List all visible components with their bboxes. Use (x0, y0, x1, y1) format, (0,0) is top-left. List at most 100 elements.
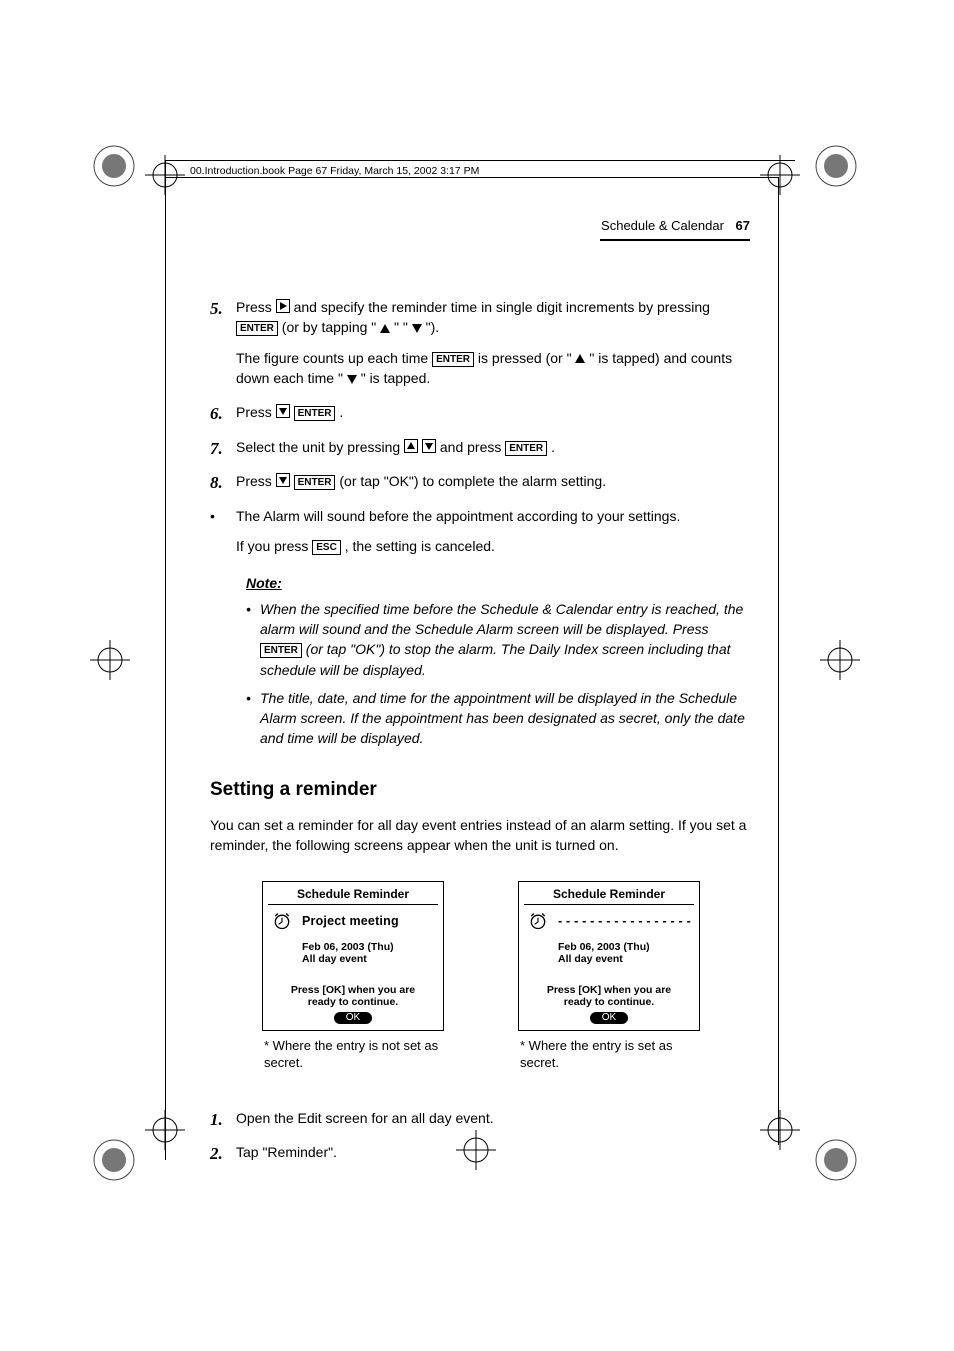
esc-key-icon: ESC (312, 540, 341, 555)
text: Select the unit by pressing (236, 439, 404, 455)
frame-line (165, 160, 795, 161)
alarm-clock-icon (528, 911, 548, 931)
step-number: 7. (210, 437, 236, 462)
step-7: 7. Select the unit by pressing and press… (210, 437, 750, 462)
step-body: Select the unit by pressing and press EN… (236, 437, 750, 457)
frame-line (166, 177, 778, 178)
step-body: Tap "Reminder". (236, 1142, 750, 1162)
page-number: 67 (736, 218, 750, 233)
page-header: Schedule & Calendar 67 (210, 218, 750, 233)
note-text: When the specified time before the Sched… (260, 599, 750, 680)
crop-mark-tr (806, 136, 866, 199)
text: . (339, 404, 343, 420)
text: The figure counts up each time (236, 350, 432, 366)
bullet-text: The Alarm will sound before the appointm… (236, 506, 680, 526)
section-heading: Setting a reminder (210, 779, 750, 801)
step-6: 6. Press ENTER . (210, 402, 750, 427)
step-5-note: The figure counts up each time ENTER is … (236, 348, 750, 389)
device-screen-public: Schedule Reminder Project meeting Feb 06… (262, 881, 444, 1030)
up-arrow-key-icon (404, 439, 418, 453)
bullet-alarm-sound: • The Alarm will sound before the appoin… (210, 506, 750, 526)
screen-entry-title: Project meeting (302, 914, 399, 928)
bullet-icon: • (210, 506, 236, 526)
reg-mark-bl (145, 1110, 175, 1140)
crop-mark-tl (84, 136, 144, 199)
bullet-icon: • (246, 688, 260, 708)
step-body: Press ENTER . (236, 402, 750, 422)
crop-mark-bl (84, 1130, 144, 1193)
framemaker-header: 00.Introduction.book Page 67 Friday, Mar… (190, 165, 479, 177)
reg-mark-br (760, 1110, 790, 1140)
screens-row: Schedule Reminder Project meeting Feb 06… (210, 881, 750, 1071)
step-body: Open the Edit screen for an all day even… (236, 1108, 750, 1128)
text: (or tap "OK") to complete the alarm sett… (339, 473, 606, 489)
step-2: 2. Tap "Reminder". (210, 1142, 750, 1167)
right-arrow-key-icon (276, 299, 290, 313)
enter-key-icon: ENTER (505, 441, 547, 456)
text: Press (236, 404, 276, 420)
text: " is tapped. (361, 370, 431, 386)
frame-line (778, 177, 779, 1145)
text: is pressed (or " (478, 350, 576, 366)
step-number: 2. (210, 1142, 236, 1167)
reg-mark-mr (820, 640, 850, 670)
step-number: 6. (210, 402, 236, 427)
bullet-icon: • (246, 599, 260, 619)
ok-button[interactable]: OK (334, 1012, 372, 1024)
text: "). (426, 319, 440, 335)
reg-mark-ml (90, 640, 120, 670)
text: When the specified time before the Sched… (260, 601, 743, 637)
screen-title: Schedule Reminder (524, 887, 694, 905)
screen-right-column: Schedule Reminder - - - - - - - - - - - … (518, 881, 698, 1071)
down-triangle-icon (412, 324, 422, 333)
text: (or by tapping " (282, 319, 380, 335)
screen-message: Press [OK] when you are ready to continu… (524, 984, 694, 1008)
text: and specify the reminder time in single … (294, 299, 710, 315)
down-arrow-key-icon (276, 404, 290, 418)
crop-mark-br (806, 1130, 866, 1193)
page-content: Schedule & Calendar 67 5. Press and spec… (210, 218, 750, 1177)
up-triangle-icon (380, 324, 390, 333)
screen-caption-right: * Where the entry is set as secret. (518, 1037, 698, 1072)
note-item-2: • The title, date, and time for the appo… (246, 688, 750, 749)
screen-message: Press [OK] when you are ready to continu… (268, 984, 438, 1008)
down-arrow-key-icon (276, 473, 290, 487)
section-paragraph: You can set a reminder for all day event… (210, 815, 750, 856)
step-number: 1. (210, 1108, 236, 1133)
text: If you press (236, 538, 312, 554)
step-number: 5. (210, 297, 236, 322)
screen-entry-row: Project meeting (268, 911, 438, 931)
down-triangle-icon (347, 375, 357, 384)
section-title: Schedule & Calendar (601, 218, 724, 233)
note-item-1: • When the specified time before the Sch… (246, 599, 750, 680)
up-triangle-icon (575, 354, 585, 363)
enter-key-icon: ENTER (294, 406, 336, 421)
enter-key-icon: ENTER (294, 475, 336, 490)
frame-line (165, 160, 166, 1160)
screen-entry-row: - - - - - - - - - - - - - - - - - (524, 911, 694, 931)
text: and press (440, 439, 505, 455)
step-body: Press and specify the reminder time in s… (236, 297, 750, 338)
enter-key-icon: ENTER (236, 321, 278, 336)
header-rule (600, 239, 750, 241)
screen-left-column: Schedule Reminder Project meeting Feb 06… (262, 881, 442, 1071)
screen-caption-left: * Where the entry is not set as secret. (262, 1037, 442, 1072)
down-arrow-key-icon (422, 439, 436, 453)
text: . (551, 439, 555, 455)
screen-title: Schedule Reminder (268, 887, 438, 905)
step-number: 8. (210, 471, 236, 496)
text: Press (236, 473, 276, 489)
text: (or tap "OK") to stop the alarm. The Dai… (260, 641, 731, 677)
ok-button[interactable]: OK (590, 1012, 628, 1024)
step-1: 1. Open the Edit screen for an all day e… (210, 1108, 750, 1133)
note-heading: Note: (246, 575, 750, 591)
text: " " (394, 319, 412, 335)
step-8: 8. Press ENTER (or tap "OK") to complete… (210, 471, 750, 496)
step-body: Press ENTER (or tap "OK") to complete th… (236, 471, 750, 491)
device-screen-secret: Schedule Reminder - - - - - - - - - - - … (518, 881, 700, 1030)
bullet-sub-text: If you press ESC , the setting is cancel… (236, 536, 750, 556)
note-block: Note: • When the specified time before t… (246, 575, 750, 749)
step-5: 5. Press and specify the reminder time i… (210, 297, 750, 338)
enter-key-icon: ENTER (260, 643, 302, 658)
alarm-clock-icon (272, 911, 292, 931)
